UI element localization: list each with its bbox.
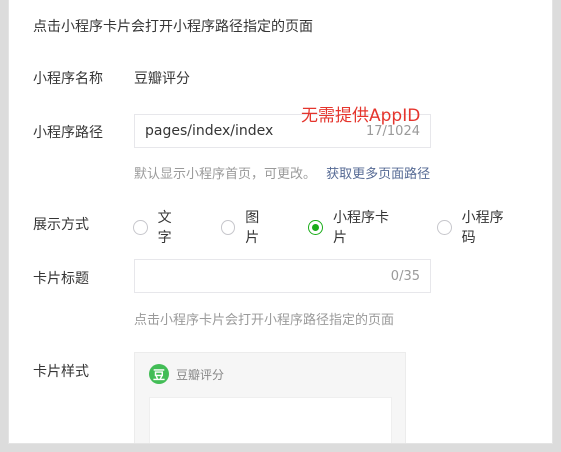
radio-text[interactable]: 文字: [133, 207, 185, 247]
annotation-text: 无需提供AppID: [301, 106, 421, 126]
path-hint-text: 默认显示小程序首页，可更改。: [134, 167, 317, 182]
card-title-input[interactable]: 0/35: [134, 259, 431, 293]
display-mode-radio-group: 文字 图片 小程序卡片 小程序码: [133, 207, 552, 247]
display-mode-label: 展示方式: [33, 217, 89, 233]
card-style-label: 卡片样式: [33, 364, 89, 380]
radio-checked-icon: [308, 219, 323, 235]
radio-mini-program-code[interactable]: 小程序码: [437, 207, 516, 247]
path-label: 小程序路径: [33, 125, 103, 141]
radio-image[interactable]: 图片: [220, 207, 273, 247]
radio-mini-program-card[interactable]: 小程序卡片: [308, 207, 401, 247]
app-name-value: 豆瓣评分: [134, 71, 190, 87]
path-char-count: 17/1024: [365, 124, 420, 139]
form-panel: 点击小程序卡片会打开小程序路径指定的页面 小程序名称 豆瓣评分 小程序路径 pa…: [8, 0, 553, 444]
path-hint: 默认显示小程序首页，可更改。 获取更多页面路径: [134, 163, 430, 182]
card-title-char-count: 0/35: [390, 269, 420, 284]
radio-circle-icon: [437, 219, 452, 235]
card-title-hint: 点击小程序卡片会打开小程序路径指定的页面: [134, 313, 395, 328]
path-input-value: pages/index/index: [145, 123, 274, 139]
card-preview: 豆 豆瓣评分: [134, 352, 406, 443]
card-preview-image-area: [149, 397, 392, 443]
radio-text-label: 文字: [157, 210, 172, 246]
radio-circle-icon: [133, 219, 148, 235]
radio-mini-program-card-label: 小程序卡片: [333, 210, 389, 246]
top-note: 点击小程序卡片会打开小程序路径指定的页面: [33, 19, 313, 35]
card-preview-header: 豆 豆瓣评分: [149, 364, 224, 384]
radio-mini-program-code-label: 小程序码: [461, 210, 504, 246]
more-paths-link[interactable]: 获取更多页面路径: [326, 167, 430, 182]
radio-circle-icon: [220, 219, 236, 235]
radio-image-label: 图片: [245, 210, 260, 246]
douban-logo-icon: 豆: [149, 364, 169, 384]
app-name-label: 小程序名称: [33, 71, 103, 87]
card-title-label: 卡片标题: [33, 271, 89, 287]
card-preview-app-name: 豆瓣评分: [176, 367, 225, 382]
